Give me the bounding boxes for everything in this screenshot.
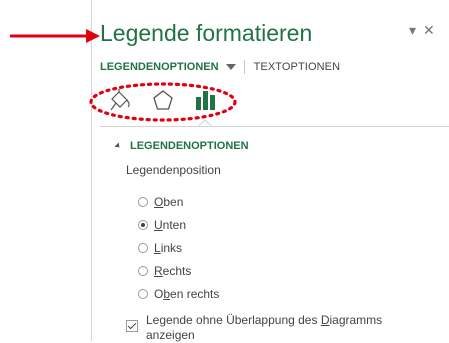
pane-title: Legende formatieren — [100, 20, 313, 46]
tab-divider — [243, 60, 245, 74]
overlap-checkbox-label: Legende ohne Überlappung des Diagramms a… — [146, 313, 383, 342]
radio-button[interactable] — [138, 266, 148, 277]
radio-option[interactable]: Oben — [138, 190, 219, 213]
tab-text-options[interactable]: TEXTOPTIONEN — [254, 61, 341, 73]
close-icon[interactable]: ✕ — [423, 22, 435, 39]
tab-legend-options-label: LEGENDENOPTIONEN — [100, 61, 219, 73]
radio-option[interactable]: Unten — [138, 213, 219, 236]
legend-position-radio-group: Oben Unten Links Rechts Oben rechts — [138, 190, 219, 306]
radio-option[interactable]: Rechts — [138, 260, 219, 283]
collapse-triangle-icon — [114, 142, 122, 150]
radio-label: Rechts — [154, 264, 192, 279]
radio-label: Links — [154, 240, 183, 255]
annotation-arrow — [10, 29, 100, 43]
radio-option[interactable]: Links — [138, 236, 219, 259]
title-controls: ▾ ✕ — [409, 22, 435, 39]
legend-options-bar-icon[interactable] — [193, 88, 219, 114]
radio-button[interactable] — [138, 196, 148, 207]
section-header-legend-options[interactable]: LEGENDENOPTIONEN — [114, 140, 249, 152]
radio-option[interactable]: Oben rechts — [138, 283, 219, 306]
chevron-down-icon[interactable]: ▾ — [409, 22, 416, 39]
tab-legend-options[interactable]: LEGENDENOPTIONEN — [100, 61, 236, 73]
radio-button[interactable] — [138, 242, 148, 253]
radio-label: Oben rechts — [154, 287, 220, 302]
legend-position-label: Legendenposition — [126, 163, 221, 177]
radio-label: Unten — [154, 217, 187, 232]
radio-label: Oben — [154, 194, 184, 209]
section-header-label: LEGENDENOPTIONEN — [130, 140, 249, 152]
effects-pentagon-icon[interactable] — [150, 88, 176, 114]
overlap-checkbox-row[interactable]: Legende ohne Überlappung des Diagramms a… — [126, 313, 406, 343]
icon-tab-row — [107, 88, 227, 114]
chevron-down-icon[interactable] — [225, 64, 236, 71]
option-tabs: LEGENDENOPTIONEN TEXTOPTIONEN — [100, 59, 340, 75]
pane-border — [91, 0, 92, 341]
section-separator — [100, 126, 449, 127]
radio-button[interactable] — [138, 219, 148, 230]
radio-button[interactable] — [138, 289, 148, 300]
overlap-checkbox[interactable] — [126, 320, 138, 332]
fill-line-icon[interactable] — [107, 88, 133, 114]
